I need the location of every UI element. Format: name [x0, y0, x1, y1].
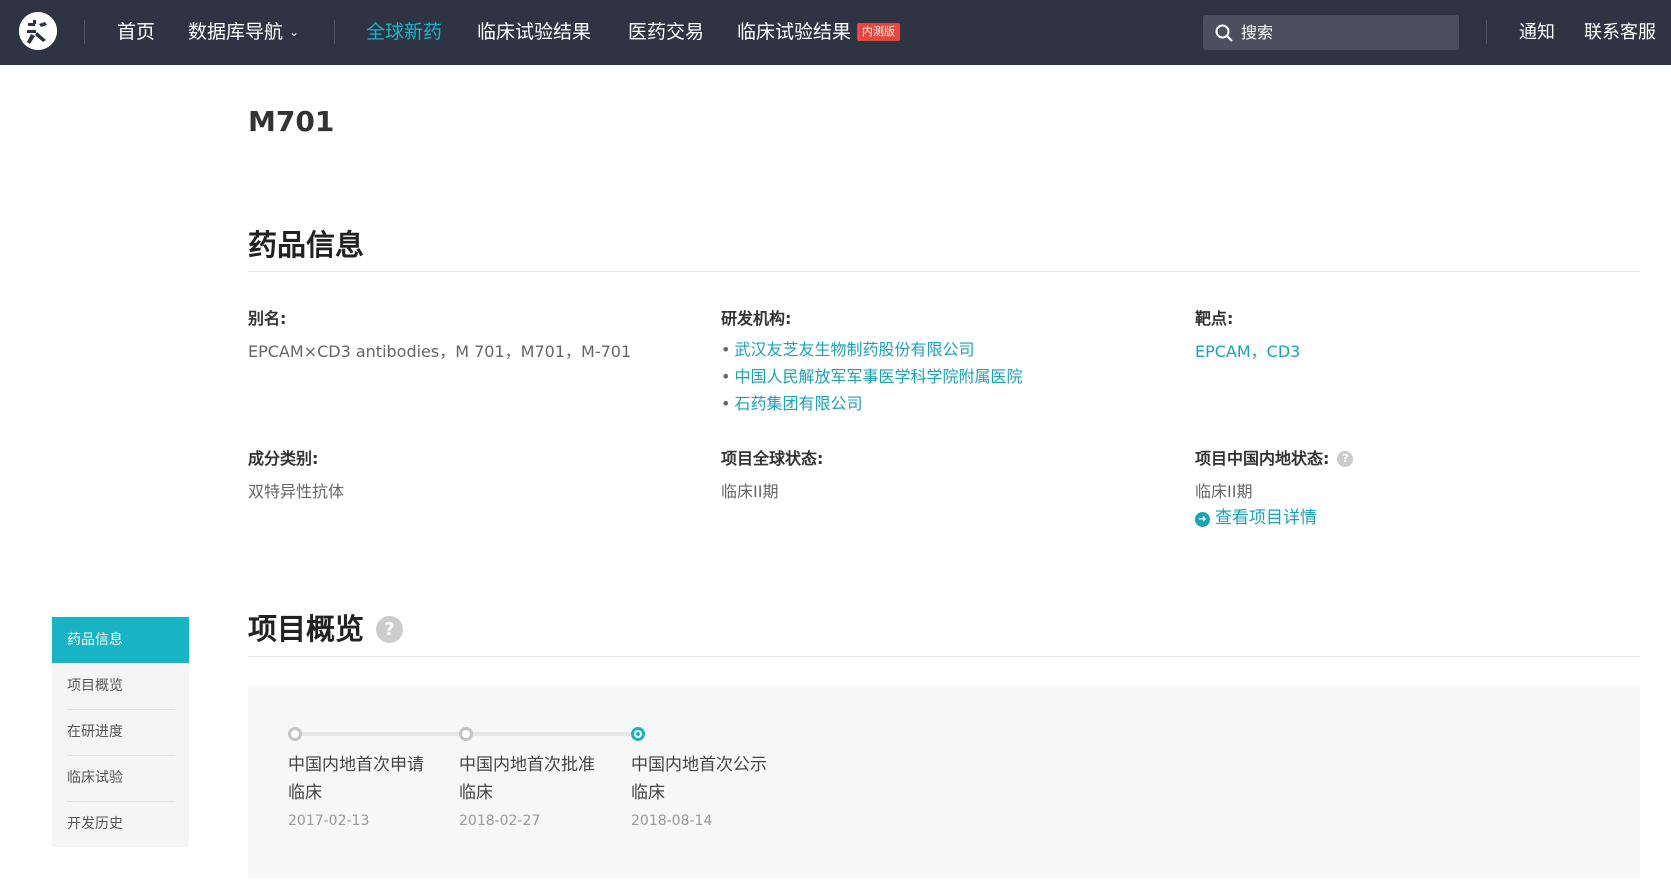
org-link[interactable]: 中国人民解放军军事医学科学院附属医院 [734, 367, 1022, 386]
beta-badge: 内测版 [857, 23, 901, 41]
nav-notifications[interactable]: 通知 [1519, 0, 1555, 65]
side-nav-history[interactable]: 开发历史 [52, 801, 189, 847]
target-value[interactable]: EPCAM，CD3 [1195, 338, 1300, 362]
drug-name: M701 [248, 105, 335, 138]
search-input[interactable] [1241, 23, 1441, 42]
top-navbar: 首页 数据库导航⌄ 全球新药 临床试验结果 医药交易 临床试验结果内测版 通知 … [0, 0, 1671, 65]
section-divider [248, 271, 1640, 272]
section-title-drug-info: 药品信息 [248, 228, 365, 262]
milestone-label: 中国内地首次公示临床 [631, 755, 767, 803]
nav-database-label: 数据库导航 [188, 21, 284, 43]
org-item: • 武汉友芝友生物制药股份有限公司 [721, 340, 975, 359]
chevron-down-icon: ⌄ [289, 25, 300, 39]
global-status-label: 项目全球状态: [721, 449, 824, 468]
section-divider [248, 656, 1640, 657]
milestone-date: 2018-08-14 [631, 813, 713, 829]
arrow-right-icon: ➜ [1195, 512, 1210, 527]
nav-global-drugs[interactable]: 全球新药 [366, 0, 442, 65]
milestone-date: 2017-02-13 [288, 813, 370, 829]
help-icon[interactable]: ? [1337, 451, 1354, 467]
china-status-label-wrap: 项目中国内地状态:? [1195, 445, 1354, 469]
timeline-node-current [631, 727, 645, 741]
nav-clinical-results-label: 临床试验结果 [477, 21, 592, 43]
org-link[interactable]: 石药集团有限公司 [734, 394, 862, 413]
nav-database[interactable]: 数据库导航 ⌄ [188, 0, 299, 65]
target-label: 靶点: [1195, 309, 1234, 328]
search-icon [1215, 24, 1233, 41]
org-link[interactable]: 武汉友芝友生物制药股份有限公司 [734, 340, 974, 359]
view-project-details-label: 查看项目详情 [1215, 508, 1317, 528]
timeline-connector [466, 732, 631, 736]
org-item: • 中国人民解放军军事医学科学院附属医院 [721, 367, 1023, 386]
side-nav-drug-info[interactable]: 药品信息 [52, 617, 189, 663]
nav-notifications-label: 通知 [1519, 22, 1555, 43]
nav-divider [1486, 20, 1487, 44]
milestone-label: 中国内地首次申请临床 [288, 755, 424, 803]
side-nav-clinical-trials[interactable]: 临床试验 [52, 755, 189, 801]
nav-clinical-results[interactable]: 临床试验结果 [477, 0, 591, 65]
nav-clinical-results-beta[interactable]: 临床试验结果 内测版 [737, 0, 901, 65]
org-item: • 石药集团有限公司 [721, 394, 863, 413]
timeline-connector [295, 732, 460, 736]
nav-home-label: 首页 [117, 21, 156, 43]
timeline-node [459, 727, 473, 741]
milestone-timeline: 中国内地首次申请临床 2017-02-13 中国内地首次批准临床 2018-02… [248, 686, 1640, 878]
side-nav-progress[interactable]: 在研进度 [52, 709, 189, 755]
milestone-label: 中国内地首次批准临床 [459, 755, 595, 803]
logo-icon[interactable] [19, 12, 57, 50]
timeline-node [288, 727, 302, 741]
org-label: 研发机构: [721, 309, 792, 328]
nav-deals-label: 医药交易 [628, 21, 705, 43]
nav-contact-support[interactable]: 联系客服 [1584, 0, 1656, 65]
nav-deals[interactable]: 医药交易 [628, 0, 704, 65]
alias-value: EPCAM×CD3 antibodies，M 701，M701，M-701 [248, 342, 632, 361]
global-status-value: 临床II期 [721, 482, 779, 501]
nav-divider [334, 20, 335, 44]
china-status-value: 临床II期 [1195, 482, 1253, 501]
nav-home[interactable]: 首页 [117, 0, 155, 65]
section-title-overview: 项目概览? [248, 606, 404, 648]
nav-global-drugs-label: 全球新药 [366, 21, 443, 43]
side-nav-overview[interactable]: 项目概览 [52, 663, 189, 709]
overview-title: 项目概览 [248, 612, 365, 646]
help-icon[interactable]: ? [376, 616, 404, 643]
org-list: • 武汉友芝友生物制药股份有限公司 • 中国人民解放军军事医学科学院附属医院 • 石药… [721, 336, 1022, 417]
alias-label: 别名: [248, 309, 287, 328]
china-status-label: 项目中国内地状态: [1195, 449, 1330, 468]
milestone-date: 2018-02-27 [459, 813, 541, 829]
nav-contact-support-label: 联系客服 [1584, 22, 1656, 43]
nav-divider [84, 20, 85, 44]
search-box[interactable] [1203, 15, 1459, 50]
section-side-nav: 药品信息 项目概览 在研进度 临床试验 开发历史 [52, 617, 189, 847]
nav-clinical-results-beta-label: 临床试验结果 [737, 21, 852, 43]
category-label: 成分类别: [248, 449, 319, 468]
view-project-details-link[interactable]: ➜ 查看项目详情 [1195, 503, 1317, 528]
category-value: 双特异性抗体 [248, 482, 345, 501]
